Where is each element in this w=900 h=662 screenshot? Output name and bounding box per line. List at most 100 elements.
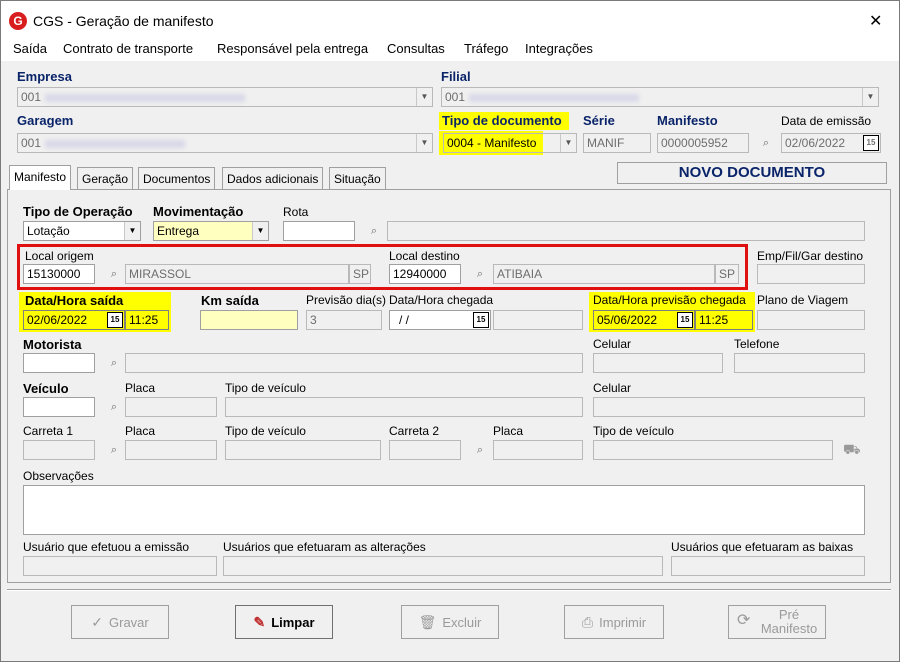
menu-saida[interactable]: Saída bbox=[13, 41, 47, 56]
menu-integracoes[interactable]: Integrações bbox=[525, 41, 593, 56]
tab-situacao[interactable]: Situação bbox=[329, 167, 386, 189]
data-emissao-label: Data de emissão bbox=[781, 114, 872, 128]
tab-dados-adicionais[interactable]: Dados adicionais bbox=[222, 167, 324, 189]
garagem-select[interactable]: 001 ▼ bbox=[17, 133, 433, 153]
tipo-documento-value: 0004 - Manifesto bbox=[447, 136, 537, 150]
placa-carreta1-label: Placa bbox=[125, 424, 156, 438]
menu-responsavel-entrega[interactable]: Responsável pela entrega bbox=[217, 41, 368, 56]
filial-select[interactable]: 001 ▼ bbox=[441, 87, 879, 107]
previsao-dias-field: 3 bbox=[306, 310, 382, 330]
binoculars-icon[interactable]: ⌕ bbox=[473, 268, 487, 280]
hora-previsao-input[interactable]: 11:25 bbox=[695, 310, 753, 330]
calendar-icon[interactable]: 15 bbox=[473, 312, 489, 328]
movimentacao-label: Movimentação bbox=[153, 204, 244, 219]
truck-icon[interactable]: ⛟ bbox=[843, 441, 863, 457]
manifesto-field: 0000005952 bbox=[657, 133, 749, 153]
eraser-icon: ✎ bbox=[253, 614, 266, 630]
chevron-down-icon[interactable]: ▼ bbox=[416, 134, 432, 152]
excluir-button[interactable]: 🗑 Excluir bbox=[401, 605, 499, 639]
tipo-veiculo-carreta1-field bbox=[225, 440, 381, 460]
gravar-button[interactable]: ✓ Gravar bbox=[71, 605, 169, 639]
tipo-operacao-value: Lotação bbox=[27, 224, 70, 238]
usuarios-alteracoes-label: Usuários que efetuaram as alterações bbox=[223, 540, 426, 554]
data-hora-chegada-label: Data/Hora chegada bbox=[389, 293, 494, 307]
data-hora-previsao-label: Data/Hora previsão chegada bbox=[593, 293, 746, 307]
menu-bar: Saída Contrato de transporte Responsável… bbox=[1, 39, 899, 61]
placa-carreta2-field bbox=[493, 440, 583, 460]
binoculars-icon[interactable]: ⌕ bbox=[107, 401, 121, 413]
calendar-icon[interactable]: 15 bbox=[677, 312, 693, 328]
pre-manifesto-button[interactable]: ⟳ Pré Manifesto bbox=[728, 605, 826, 639]
hora-saida-input[interactable]: 11:25 bbox=[125, 310, 169, 330]
veiculo-code-input[interactable] bbox=[23, 397, 95, 417]
chevron-down-icon[interactable]: ▼ bbox=[124, 222, 140, 240]
celular-veiculo-field bbox=[593, 397, 865, 417]
movimentacao-select[interactable]: Entrega ▼ bbox=[153, 221, 269, 241]
local-origem-label: Local origem bbox=[25, 249, 94, 263]
tab-manifesto[interactable]: Manifesto bbox=[9, 165, 72, 190]
celular-label: Celular bbox=[593, 337, 632, 351]
chevron-down-icon[interactable]: ▼ bbox=[416, 88, 432, 106]
tipo-veiculo-label: Tipo de veículo bbox=[225, 381, 306, 395]
calendar-icon[interactable]: 15 bbox=[107, 312, 123, 328]
filial-label: Filial bbox=[441, 69, 471, 84]
limpar-button[interactable]: ✎ Limpar bbox=[235, 605, 333, 639]
observacoes-textarea[interactable] bbox=[23, 485, 865, 535]
tipo-operacao-label: Tipo de Operação bbox=[23, 204, 133, 219]
motorista-label: Motorista bbox=[23, 337, 82, 352]
bottom-separator bbox=[7, 589, 891, 591]
rota-label: Rota bbox=[283, 205, 309, 219]
refresh-icon: ⟳ bbox=[737, 612, 751, 629]
binoculars-icon[interactable]: ⌕ bbox=[107, 357, 121, 369]
data-chegada-input[interactable]: / / 15 bbox=[389, 310, 491, 330]
app-logo-icon: G bbox=[9, 12, 27, 30]
usuarios-alteracoes-field bbox=[223, 556, 663, 576]
previsao-dias-label: Previsão dia(s) bbox=[306, 293, 387, 307]
tipo-documento-select[interactable]: 0004 - Manifesto ▼ bbox=[443, 133, 577, 153]
binoculars-icon[interactable]: ⌕ bbox=[473, 444, 487, 456]
garagem-value: 001 bbox=[21, 136, 42, 150]
data-saida-input[interactable]: 02/06/2022 15 bbox=[23, 310, 125, 330]
chevron-down-icon[interactable]: ▼ bbox=[252, 222, 268, 240]
empresa-value: 001 bbox=[21, 90, 42, 104]
calendar-icon[interactable]: 15 bbox=[863, 135, 879, 151]
carreta1-label: Carreta 1 bbox=[23, 424, 74, 438]
data-chegada-value: / / bbox=[399, 313, 410, 327]
data-previsao-input[interactable]: 05/06/2022 15 bbox=[593, 310, 695, 330]
local-origem-code-input[interactable]: 15130000 bbox=[23, 264, 95, 284]
motorista-code-input[interactable] bbox=[23, 353, 95, 373]
observacoes-label: Observações bbox=[23, 469, 94, 483]
empresa-select[interactable]: 001 ▼ bbox=[17, 87, 433, 107]
chevron-down-icon[interactable]: ▼ bbox=[560, 134, 576, 152]
km-saida-input[interactable] bbox=[200, 310, 298, 330]
tipo-operacao-select[interactable]: Lotação ▼ bbox=[23, 221, 141, 241]
binoculars-icon[interactable]: ⌕ bbox=[759, 137, 773, 149]
placa-label: Placa bbox=[125, 381, 156, 395]
placa-field bbox=[125, 397, 217, 417]
km-saida-label: Km saída bbox=[201, 293, 259, 308]
status-banner: NOVO DOCUMENTO bbox=[617, 162, 887, 184]
imprimir-button[interactable]: ⎙ Imprimir bbox=[564, 605, 664, 639]
tab-documentos[interactable]: Documentos bbox=[138, 167, 216, 189]
menu-contrato-transporte[interactable]: Contrato de transporte bbox=[63, 41, 193, 56]
menu-trafego[interactable]: Tráfego bbox=[464, 41, 508, 56]
data-saida-value: 02/06/2022 bbox=[27, 313, 88, 327]
tab-geracao[interactable]: Geração bbox=[77, 167, 134, 189]
menu-consultas[interactable]: Consultas bbox=[387, 41, 445, 56]
binoculars-icon[interactable]: ⌕ bbox=[107, 268, 121, 280]
garagem-label: Garagem bbox=[17, 113, 74, 128]
tipo-documento-label: Tipo de documento bbox=[442, 113, 562, 128]
celular-field bbox=[593, 353, 723, 373]
emp-fil-gar-destino-label: Emp/Fil/Gar destino bbox=[757, 249, 864, 263]
rota-code-input[interactable] bbox=[283, 221, 355, 241]
usuarios-baixas-label: Usuários que efetuaram as baixas bbox=[671, 540, 854, 554]
data-hora-saida-label: Data/Hora saída bbox=[25, 293, 124, 308]
usuario-emissao-field bbox=[23, 556, 217, 576]
close-icon[interactable]: ✕ bbox=[869, 11, 882, 31]
binoculars-icon[interactable]: ⌕ bbox=[367, 225, 381, 237]
binoculars-icon[interactable]: ⌕ bbox=[107, 444, 121, 456]
chevron-down-icon[interactable]: ▼ bbox=[862, 88, 878, 106]
local-destino-code-input[interactable]: 12940000 bbox=[389, 264, 461, 284]
tipo-veiculo-field bbox=[225, 397, 583, 417]
serie-label: Série bbox=[583, 113, 615, 128]
